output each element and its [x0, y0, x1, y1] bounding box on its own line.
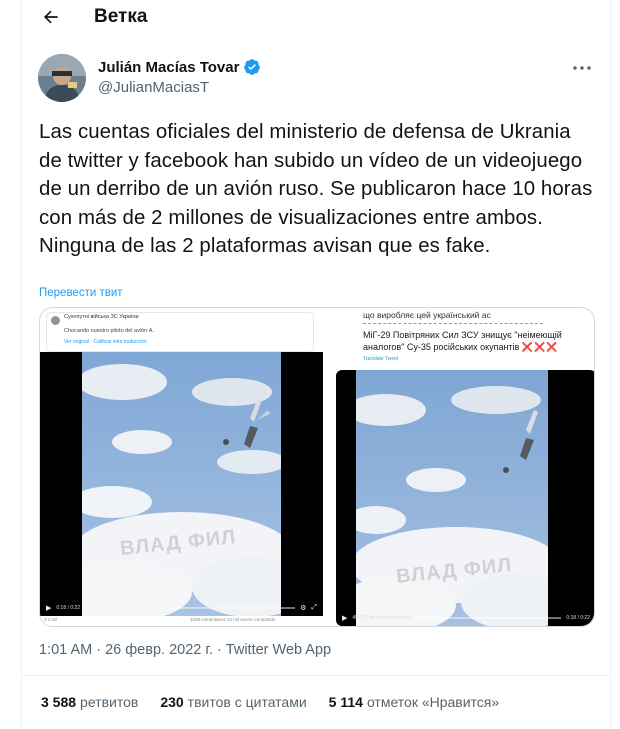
- cross-mark-icon: ❌❌❌: [521, 342, 559, 352]
- verified-badge-icon: [243, 58, 261, 76]
- video-player-left[interactable]: ВЛАД ФИЛ ▶ 0:18 / 0:22 ⚙ ⤢: [40, 352, 323, 616]
- play-icon[interactable]: ▶: [342, 614, 347, 622]
- tweet-stats: 3 588 ретвитов 230 твитов с цитатами 5 114…: [41, 694, 499, 710]
- quote-tweets-label: твитов с цитатами: [187, 694, 307, 710]
- tweet-meta: 1:01 AM · 26 февр. 2022 г. · Twitter Web…: [39, 642, 331, 658]
- likes-stat[interactable]: 5 114 отметок «Нравится»: [329, 694, 500, 710]
- retweets-stat[interactable]: 3 588 ретвитов: [41, 694, 138, 710]
- tweet-source[interactable]: Twitter Web App: [226, 642, 331, 658]
- right-caption-line2-text: аналогов" Су-35 російських окупантів: [363, 342, 520, 352]
- avatar-image: [38, 54, 86, 102]
- embedded-translate: Ver original · Calificar esta traducción: [64, 339, 147, 345]
- embedded-author: Сухопутні війська ЗС України: [64, 314, 139, 320]
- tweet-thread-frame: Ветка Julián Macías Tovar @JulianMaciasT: [21, 0, 611, 729]
- embedded-text: Chocando nuestro piloto del avión А.: [64, 328, 154, 334]
- tweet-text: Las cuentas oficiales del ministerio de …: [39, 121, 593, 257]
- video-views: 4557,3 mil reproducciones: [352, 615, 412, 621]
- right-divider: [363, 323, 543, 324]
- author-name[interactable]: Julián Macías Tovar: [98, 58, 261, 76]
- embedded-post-card: Сухопутні війська ЗС України Chocando nu…: [46, 312, 314, 352]
- arrow-left-icon: [43, 10, 58, 24]
- right-translate-link: Translate Tweet: [363, 356, 399, 362]
- meta-separator: ·: [216, 642, 226, 658]
- video-time: 0:18 / 0:22: [56, 605, 81, 611]
- embedded-avatar: [51, 316, 60, 325]
- tweet-date[interactable]: 26 февр. 2022 г.: [105, 642, 213, 658]
- video-controls-right: ▶ 4557,3 mil reproducciones 0:18 / 0:22: [336, 610, 594, 626]
- media-image-left[interactable]: Сухопутні війська ЗС України Chocando nu…: [40, 308, 323, 626]
- play-icon[interactable]: ▶: [46, 604, 51, 612]
- reactions-count: 2:2 mil: [44, 617, 58, 622]
- right-caption-line2: аналогов" Су-35 російських окупантів ❌❌❌: [363, 342, 559, 353]
- quote-tweets-stat[interactable]: 230 твитов с цитатами: [160, 694, 306, 710]
- post-stats: 1539 comentarios 12 mil veces compartido: [190, 617, 276, 622]
- retweets-label: ретвитов: [80, 694, 139, 710]
- fullscreen-icon[interactable]: ⤢: [311, 604, 317, 612]
- video-player-right[interactable]: ВЛАД ФИЛ ▶ 4557,3 mil reproducciones 0:1…: [336, 370, 594, 626]
- likes-count: 5 114: [328, 694, 363, 710]
- video-frame-sky: [82, 352, 281, 616]
- back-button[interactable]: [36, 2, 66, 32]
- tweet-time[interactable]: 1:01 AM: [39, 642, 92, 658]
- avatar[interactable]: [38, 54, 86, 102]
- settings-icon[interactable]: ⚙: [300, 604, 306, 612]
- more-options-button[interactable]: [568, 56, 596, 80]
- video-time-right: 0:18 / 0:22: [566, 615, 590, 621]
- likes-label: отметок «Нравится»: [366, 694, 500, 710]
- media-image-right[interactable]: що виробляє цей український ас МіГ-29 По…: [325, 308, 594, 626]
- right-top-text: що виробляє цей український ас: [363, 310, 491, 320]
- divider: [22, 675, 610, 676]
- author-name-text: Julián Macías Tovar: [98, 58, 240, 76]
- tweet-media[interactable]: Сухопутні війська ЗС України Chocando nu…: [39, 307, 595, 627]
- video-progress-bar-right[interactable]: [416, 617, 562, 619]
- video-frame-sky-right: [356, 370, 548, 626]
- post-stats-strip: 2:2 mil 1539 comentarios 12 mil veces co…: [40, 616, 323, 626]
- translate-tweet-link[interactable]: Перевести твит: [39, 287, 123, 299]
- meta-separator: ·: [96, 642, 106, 658]
- right-caption-line1: МіГ-29 Повітряних Сил ЗСУ знищує "неімею…: [363, 330, 562, 340]
- page-title: Ветка: [94, 6, 148, 27]
- retweets-count: 3 588: [41, 694, 77, 710]
- author-handle[interactable]: @JulianMaciasT: [98, 79, 209, 96]
- video-controls: ▶ 0:18 / 0:22 ⚙ ⤢: [40, 600, 323, 616]
- thread-header: Ветка: [22, 0, 610, 34]
- video-progress-bar[interactable]: [85, 607, 296, 609]
- quote-tweets-count: 230: [160, 694, 184, 710]
- more-horizontal-icon: [573, 66, 591, 70]
